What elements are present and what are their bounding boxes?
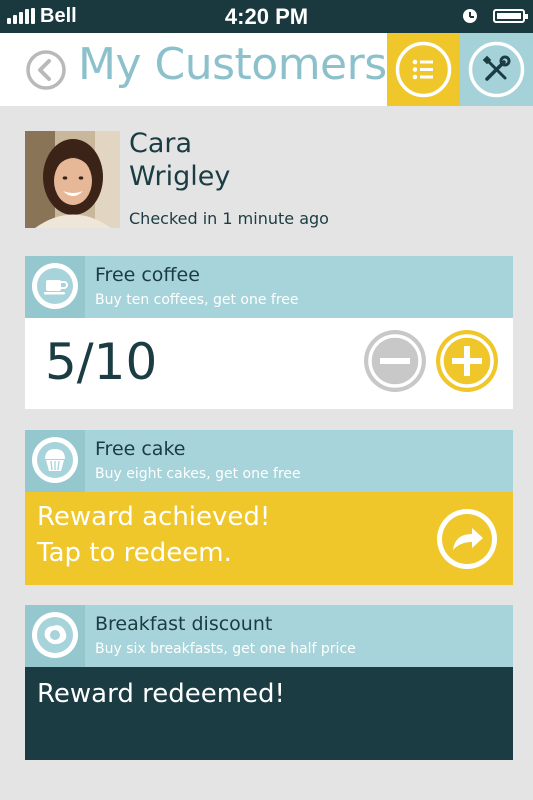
reward-card-header-coffee: Free coffee Buy ten coffees, get one fre… <box>25 256 513 318</box>
battery-icon <box>493 9 528 23</box>
share-arrow-icon <box>437 509 497 569</box>
customer-last-name: Wrigley <box>129 161 231 192</box>
alarm-clock-icon <box>463 9 477 23</box>
customer-first-name: Cara <box>129 128 193 159</box>
reward-subtitle: Buy ten coffees, get one free <box>95 292 299 308</box>
list-icon <box>395 41 452 98</box>
status-time: 4:20 PM <box>224 4 309 29</box>
progress-counter: 5/10 <box>45 333 158 391</box>
plus-icon <box>436 330 498 392</box>
reward-title: Breakfast discount <box>95 613 273 635</box>
reward-redeemed-panel: Reward redeemed! <box>25 667 513 760</box>
minus-icon <box>364 330 426 392</box>
wrench-screwdriver-icon <box>468 41 525 98</box>
coffee-progress-panel: 5/10 <box>25 318 513 409</box>
settings-tools-button[interactable] <box>460 33 533 106</box>
back-button[interactable] <box>25 49 67 91</box>
reward-subtitle: Buy six breakfasts, get one half price <box>95 641 356 657</box>
decrement-button[interactable] <box>362 328 428 394</box>
coffee-icon-cell <box>25 256 85 318</box>
reward-subtitle: Buy eight cakes, get one free <box>95 466 301 482</box>
reward-achieved-text: Reward achieved! <box>37 502 271 532</box>
customer-avatar <box>25 131 120 228</box>
back-chevron-icon <box>26 50 66 90</box>
tap-to-redeem-text: Tap to redeem. <box>37 538 232 568</box>
reward-card-header-breakfast: Breakfast discount Buy six breakfasts, g… <box>25 605 513 667</box>
reward-card-header-cake: Free cake Buy eight cakes, get one free <box>25 430 513 492</box>
reward-title: Free coffee <box>95 264 200 286</box>
status-bar: Bell 4:20 PM <box>0 0 533 33</box>
page-title: My Customers <box>78 39 387 90</box>
coffee-cup-icon <box>32 263 78 309</box>
reward-title: Free cake <box>95 438 186 460</box>
breakfast-icon-cell <box>25 605 85 667</box>
cake-icon-cell <box>25 430 85 492</box>
increment-button[interactable] <box>434 328 500 394</box>
app-header: My Customers <box>0 33 533 106</box>
redeem-button[interactable] <box>434 506 500 572</box>
redeem-reward-panel[interactable]: Reward achieved! Tap to redeem. <box>25 492 513 585</box>
checkin-status: Checked in 1 minute ago <box>129 209 329 228</box>
fried-egg-icon <box>32 612 78 658</box>
cupcake-icon <box>32 437 78 483</box>
list-view-button[interactable] <box>387 33 460 106</box>
reward-redeemed-text: Reward redeemed! <box>37 679 285 709</box>
